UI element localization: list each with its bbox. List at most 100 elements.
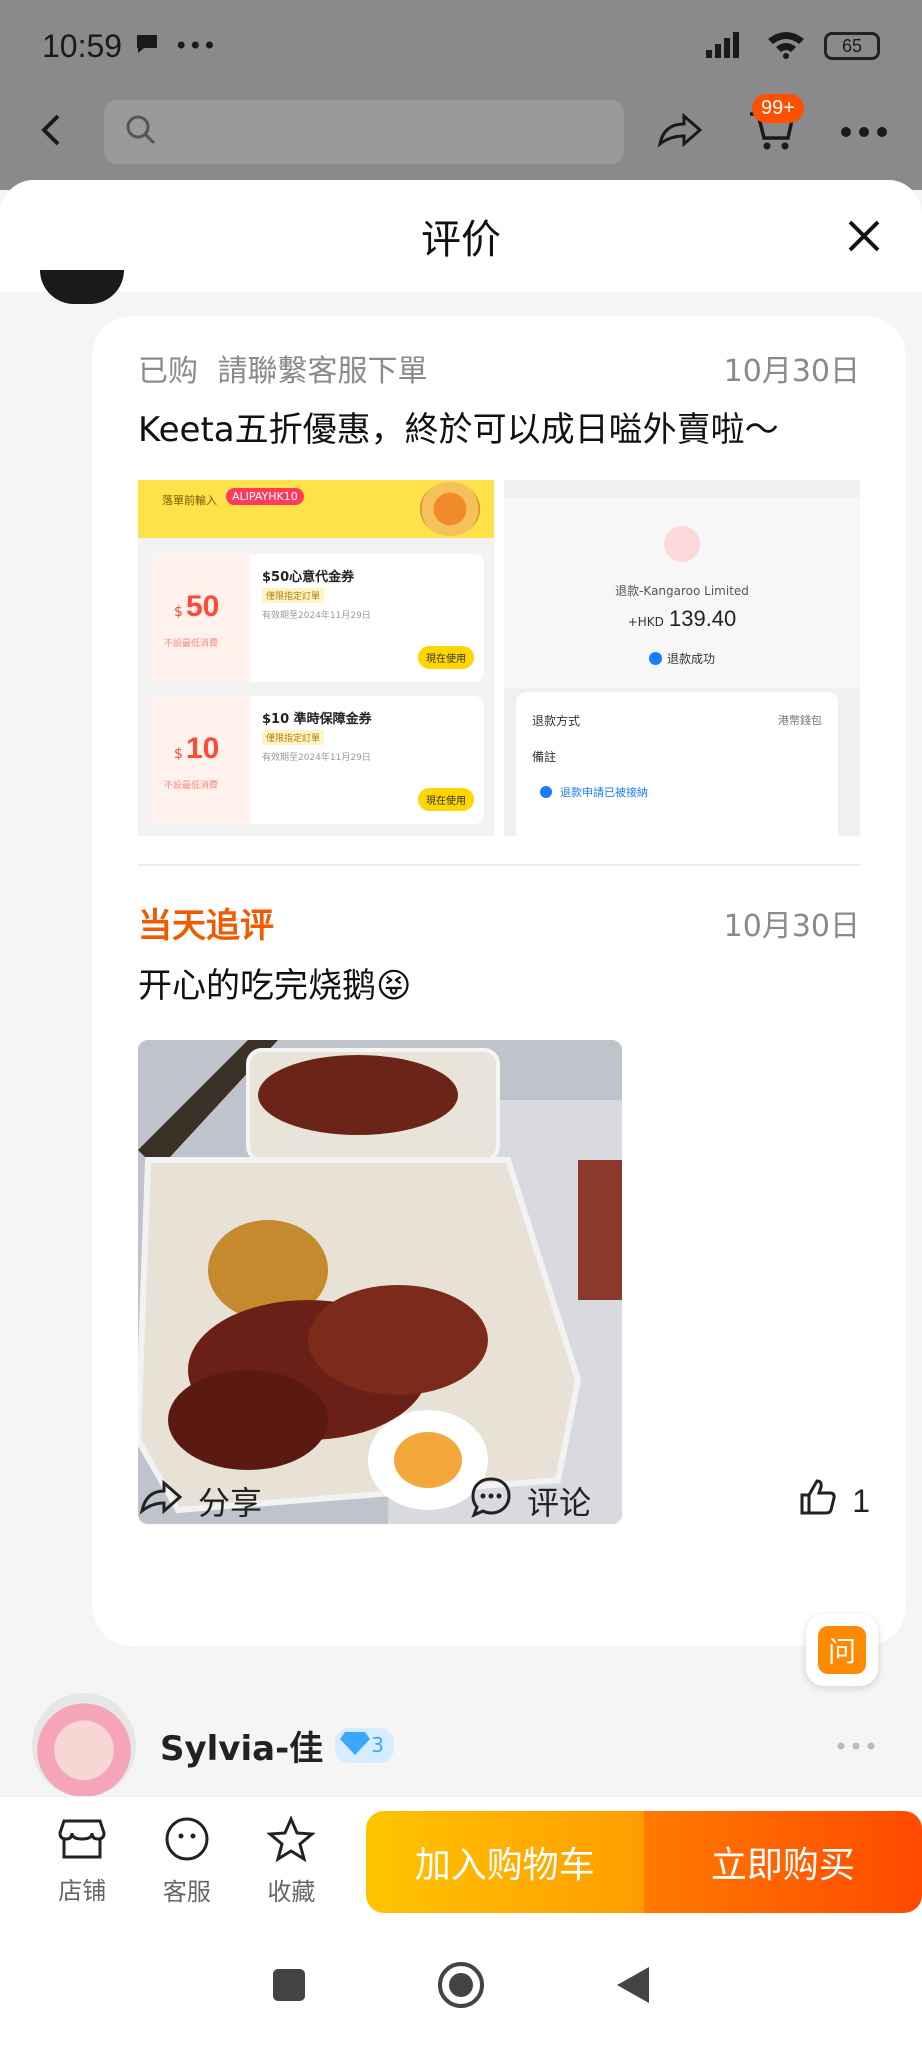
reviews-sheet: 评价 已购 請聯繫客服下單 10月30日 Keeta五折優惠，終於可以成日嗌外賣… [0, 180, 922, 1792]
review-actions: 分享 评论 1 [138, 1466, 870, 1536]
coupon-prefix: $ [174, 746, 183, 762]
battery-indicator: 65 [824, 32, 880, 60]
like-count: 1 [852, 1482, 870, 1519]
top-navigation: 99+ [0, 92, 922, 172]
review-image-coupons[interactable]: 落單前輸入 ALIPAYHK10 $ 50 不設最低消費 $50心意代金券 僅限… [138, 480, 494, 836]
refund-method-value: 港幣錢包 [778, 714, 822, 727]
review-card: 已购 請聯繫客服下單 10月30日 Keeta五折優惠，終於可以成日嗌外賣啦～ … [92, 316, 906, 1646]
share-icon [138, 1477, 184, 1525]
coupon-tag: 僅限指定訂單 [262, 588, 325, 603]
back-arrow-icon[interactable] [34, 110, 68, 154]
coupon-amount: 10 [186, 732, 220, 765]
coupon-amount-area: $ 50 不設最低消費 [150, 554, 250, 682]
section-divider [138, 864, 860, 866]
followup-text-row: 开心的吃完烧鹅😝 [138, 958, 860, 1007]
coupon-use-button: 現在使用 [418, 646, 474, 669]
service-face-icon [164, 1816, 210, 1868]
cart-count-badge: 99+ [752, 94, 804, 123]
coupon-amount-area: $ 10 不設最低消費 [150, 696, 250, 824]
coupon-tag: 僅限指定訂單 [262, 730, 325, 745]
coupon-amount: 50 [186, 590, 220, 623]
followup-header-row: 当天追评 10月30日 [138, 898, 860, 947]
favorite-label: 收藏 [267, 1878, 316, 1906]
status-more: ••• [174, 32, 217, 60]
search-icon [124, 113, 158, 151]
share-button[interactable]: 分享 [138, 1477, 262, 1525]
shop-button[interactable]: 店铺 [30, 1817, 135, 1906]
review-date: 10月30日 [723, 354, 860, 389]
comment-label: 评论 [527, 1484, 592, 1522]
shop-icon [58, 1817, 106, 1867]
wifi-icon [766, 29, 806, 63]
coupon-note: 有效期至2024年11月29日 [262, 611, 371, 621]
back-triangle-icon[interactable] [615, 1965, 651, 2009]
purchase-label: 已购 [138, 354, 198, 389]
followup-date: 10月30日 [723, 908, 860, 944]
chat-bubble-icon [134, 32, 160, 60]
system-navigation-bar [0, 1926, 922, 2048]
followup-text: 开心的吃完烧鹅😝 [138, 966, 412, 1006]
next-review-user: Sylvia-佳 3 [32, 1690, 892, 1800]
customer-service-button[interactable]: 客服 [135, 1816, 240, 1907]
more-options-icon[interactable] [840, 123, 888, 142]
home-circle-icon[interactable] [437, 1961, 485, 2013]
purchase-info: 已购 請聯繫客服下單 [138, 346, 428, 390]
pizza-illustration [420, 482, 480, 536]
review-text: Keeta五折優惠，終於可以成日嗌外賣啦～ [138, 410, 779, 450]
refund-top-panel: 退款-Kangaroo Limited +HKD 139.40 退款成功 [504, 498, 860, 688]
share-arrow-icon[interactable] [656, 110, 704, 154]
refund-step-text: 退款申請已被接納 [560, 786, 648, 799]
review-text-row: Keeta五折優惠，終於可以成日嗌外賣啦～ [138, 402, 860, 451]
coupon-note: 有效期至2024年11月29日 [262, 753, 371, 763]
buy-now-button[interactable]: 立即购买 [643, 1810, 922, 1913]
sheet-title: 评价 [421, 217, 501, 263]
step-dot-icon [540, 786, 552, 798]
favorite-button[interactable]: 收藏 [239, 1815, 344, 1907]
reviewer-name: Sylvia-佳 [160, 1728, 324, 1769]
purchase-variant: 請聯繫客服下單 [217, 354, 428, 389]
refund-details-panel: 退款方式 港幣錢包 備註 退款申請已被接納 [516, 692, 838, 836]
vip-level-badge: 3 [335, 1727, 394, 1763]
status-time: 10:59 [42, 27, 123, 64]
followup-title: 当天追评 [138, 906, 274, 946]
coupon-prefix: $ [174, 604, 183, 620]
refund-status-row: 退款成功 [504, 648, 860, 667]
vip-level: 3 [371, 1733, 384, 1757]
review-image-food[interactable] [138, 1040, 622, 1524]
comment-button[interactable]: 评论 [469, 1475, 591, 1527]
sheet-header: 评价 [0, 180, 922, 292]
refund-remark-label: 備註 [532, 750, 557, 764]
share-label: 分享 [198, 1484, 263, 1522]
avatar[interactable] [32, 1693, 136, 1797]
coupon-card-2: $ 10 不設最低消費 $10 準時保障金券 僅限指定訂單 有效期至2024年1… [150, 696, 484, 824]
recent-apps-icon[interactable] [271, 1967, 307, 2007]
coupon-banner-code: ALIPAYHK10 [226, 488, 304, 505]
coupon-banner-label: 落單前輸入 [162, 494, 217, 507]
star-icon [266, 1815, 317, 1868]
service-label: 客服 [162, 1878, 211, 1906]
product-bottom-bar: 店铺 客服 收藏 加入购物车 立即购买 [0, 1796, 922, 1926]
thumbs-up-icon [798, 1477, 838, 1525]
add-to-cart-button[interactable]: 加入购物车 [365, 1810, 644, 1913]
search-input[interactable] [104, 100, 624, 164]
refund-method-label: 退款方式 [532, 714, 581, 728]
refund-amount: 139.40 [668, 606, 737, 631]
status-bar: 10:59 ••• 65 [0, 0, 922, 92]
ask-question-button[interactable]: 问 [806, 1614, 878, 1686]
food-photo-illustration [138, 1040, 622, 1524]
like-button[interactable]: 1 [798, 1477, 870, 1525]
diamond-icon [339, 1730, 371, 1761]
review-image-refund[interactable]: 退款-Kangaroo Limited +HKD 139.40 退款成功 退款方… [504, 480, 860, 836]
refund-status: 退款成功 [667, 652, 716, 666]
comment-bubble-icon [469, 1475, 513, 1527]
refund-merchant: 退款-Kangaroo Limited [615, 584, 749, 598]
signal-icon [706, 30, 748, 62]
coupon-banner: 落單前輸入 ALIPAYHK10 [138, 480, 494, 538]
refund-amount-row: +HKD 139.40 [504, 606, 860, 632]
shop-label: 店铺 [58, 1877, 107, 1905]
more-dots-icon[interactable] [836, 1736, 876, 1755]
close-icon[interactable] [844, 216, 884, 256]
avatar-partial [40, 270, 124, 304]
check-circle-icon [648, 652, 662, 665]
refund-coin-icon [664, 526, 700, 562]
